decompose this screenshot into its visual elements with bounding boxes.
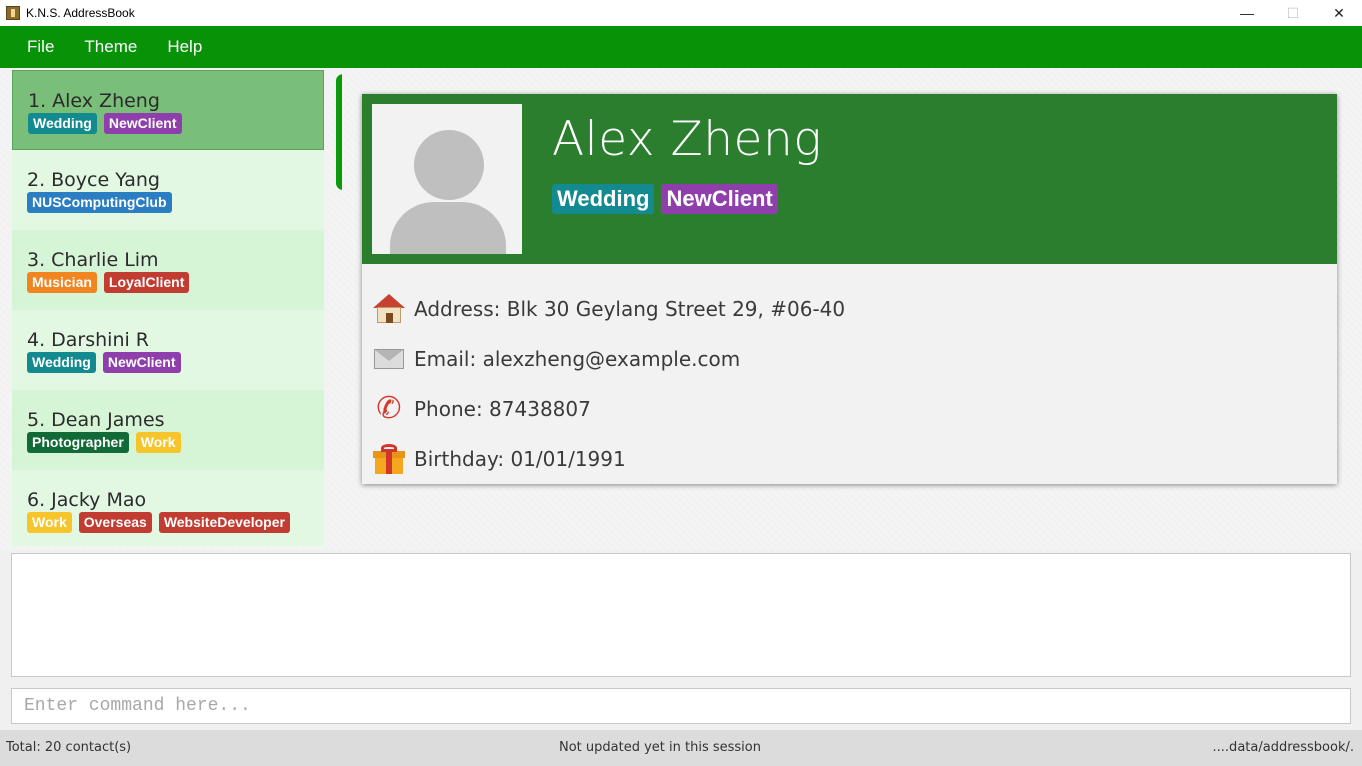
tag-musician: Musician	[27, 272, 97, 293]
sync-status: Not updated yet in this session	[559, 740, 761, 755]
person-name: 5. Dean James	[27, 408, 324, 432]
title-bar: K.N.S. AddressBook — ☐ ✕	[0, 0, 1362, 26]
app-icon	[6, 6, 20, 20]
tag-wedding: Wedding	[552, 184, 655, 214]
window-controls: — ☐ ✕	[1224, 0, 1362, 26]
mail-icon	[372, 342, 406, 376]
menu-theme[interactable]: Theme	[69, 37, 152, 57]
tag-work: Work	[135, 432, 181, 453]
avatar-head	[414, 130, 484, 200]
person-tags: Wedding NewClient	[27, 352, 324, 373]
email-text: Email: alexzheng@example.com	[414, 347, 741, 371]
tag-newclient: NewClient	[661, 184, 778, 214]
contact-count: Total: 20 contact(s)	[6, 740, 132, 755]
person-index: 5.	[27, 409, 46, 431]
person-card[interactable]: 5. Dean James Photographer Work	[12, 390, 324, 470]
person-index: 4.	[27, 329, 46, 351]
person-name: 2. Boyce Yang	[27, 168, 324, 192]
person-card[interactable]: 4. Darshini R Wedding NewClient	[12, 310, 324, 390]
person-card[interactable]: 3. Charlie Lim Musician LoyalClient	[12, 230, 324, 310]
birthday-field: Birthday: 01/01/1991	[372, 434, 845, 484]
tag-photographer: Photographer	[27, 432, 129, 453]
detail-header: Alex Zheng Wedding NewClient	[362, 94, 1337, 264]
result-display[interactable]	[11, 553, 1351, 677]
tag-websitedeveloper: WebsiteDeveloper	[158, 512, 290, 533]
gift-icon	[372, 442, 406, 476]
person-card[interactable]: 1. Alex Zheng Wedding NewClient	[12, 70, 324, 150]
tag-wedding: Wedding	[27, 352, 96, 373]
person-tags: Photographer Work	[27, 432, 324, 453]
detail-fields: Address: Blk 30 Geylang Street 29, #06-4…	[372, 284, 845, 484]
menu-file[interactable]: File	[12, 37, 69, 57]
person-tags: NUSComputingClub	[27, 192, 324, 213]
person-tags: Musician LoyalClient	[27, 272, 324, 293]
email-field: Email: alexzheng@example.com	[372, 334, 845, 384]
person-name: 3. Charlie Lim	[27, 248, 324, 272]
avatar	[372, 104, 522, 254]
person-card[interactable]: 6. Jacky Mao Work Overseas WebsiteDevelop…	[12, 470, 324, 546]
house-icon	[372, 292, 406, 326]
phone-icon: ✆	[376, 392, 402, 425]
birthday-text: Birthday: 01/01/1991	[414, 447, 626, 471]
address-field: Address: Blk 30 Geylang Street 29, #06-4…	[372, 284, 845, 334]
phone-text: Phone: 87438807	[414, 397, 591, 421]
person-name-text: Darshini R	[51, 329, 150, 351]
detail-name: Alex Zheng	[552, 112, 822, 167]
tag-newclient: NewClient	[102, 352, 181, 373]
save-location: ....data/addressbook/.	[1212, 740, 1354, 755]
tag-wedding: Wedding	[28, 113, 97, 134]
tag-work: Work	[27, 512, 72, 533]
person-tags: Work Overseas WebsiteDeveloper	[27, 512, 324, 533]
window-title: K.N.S. AddressBook	[26, 6, 135, 20]
person-tags: Wedding NewClient	[28, 113, 323, 134]
detail-tags: Wedding NewClient	[552, 184, 778, 214]
menu-bar: File Theme Help	[0, 26, 1362, 68]
tag-newclient: NewClient	[103, 113, 182, 134]
person-index: 2.	[27, 169, 46, 191]
person-name-text: Boyce Yang	[51, 169, 160, 191]
tag-overseas: Overseas	[78, 512, 152, 533]
status-bar: Total: 20 contact(s) Not updated yet in …	[0, 730, 1362, 766]
close-button[interactable]: ✕	[1316, 0, 1362, 26]
person-card[interactable]: 2. Boyce Yang NUSComputingClub	[12, 150, 324, 230]
command-input[interactable]	[11, 688, 1351, 724]
person-name-text: Dean James	[51, 409, 165, 431]
person-name-text: Jacky Mao	[51, 489, 147, 511]
minimize-button[interactable]: —	[1224, 0, 1270, 26]
person-name: 4. Darshini R	[27, 328, 324, 352]
avatar-body	[390, 202, 506, 254]
person-list[interactable]: 1. Alex Zheng Wedding NewClient 2. Boyce Y…	[10, 70, 342, 546]
tag-nuscomputingclub: NUSComputingClub	[27, 192, 172, 213]
person-name: 1. Alex Zheng	[28, 89, 323, 113]
address-text: Address: Blk 30 Geylang Street 29, #06-4…	[414, 297, 846, 321]
list-scrollbar[interactable]	[336, 74, 342, 190]
person-index: 3.	[27, 249, 46, 271]
menu-help[interactable]: Help	[152, 37, 217, 57]
main-area: 1. Alex Zheng Wedding NewClient 2. Boyce Y…	[0, 68, 1362, 550]
maximize-button[interactable]: ☐	[1270, 0, 1316, 26]
person-detail-panel: Alex Zheng Wedding NewClient Address: Bl…	[362, 94, 1337, 484]
person-name-text: Charlie Lim	[51, 249, 159, 271]
tag-loyalclient: LoyalClient	[103, 272, 190, 293]
phone-field: ✆ Phone: 87438807	[372, 384, 845, 434]
person-name: 6. Jacky Mao	[27, 488, 324, 512]
person-name-text: Alex Zheng	[52, 90, 160, 112]
person-index: 1.	[28, 90, 47, 112]
person-index: 6.	[27, 489, 46, 511]
